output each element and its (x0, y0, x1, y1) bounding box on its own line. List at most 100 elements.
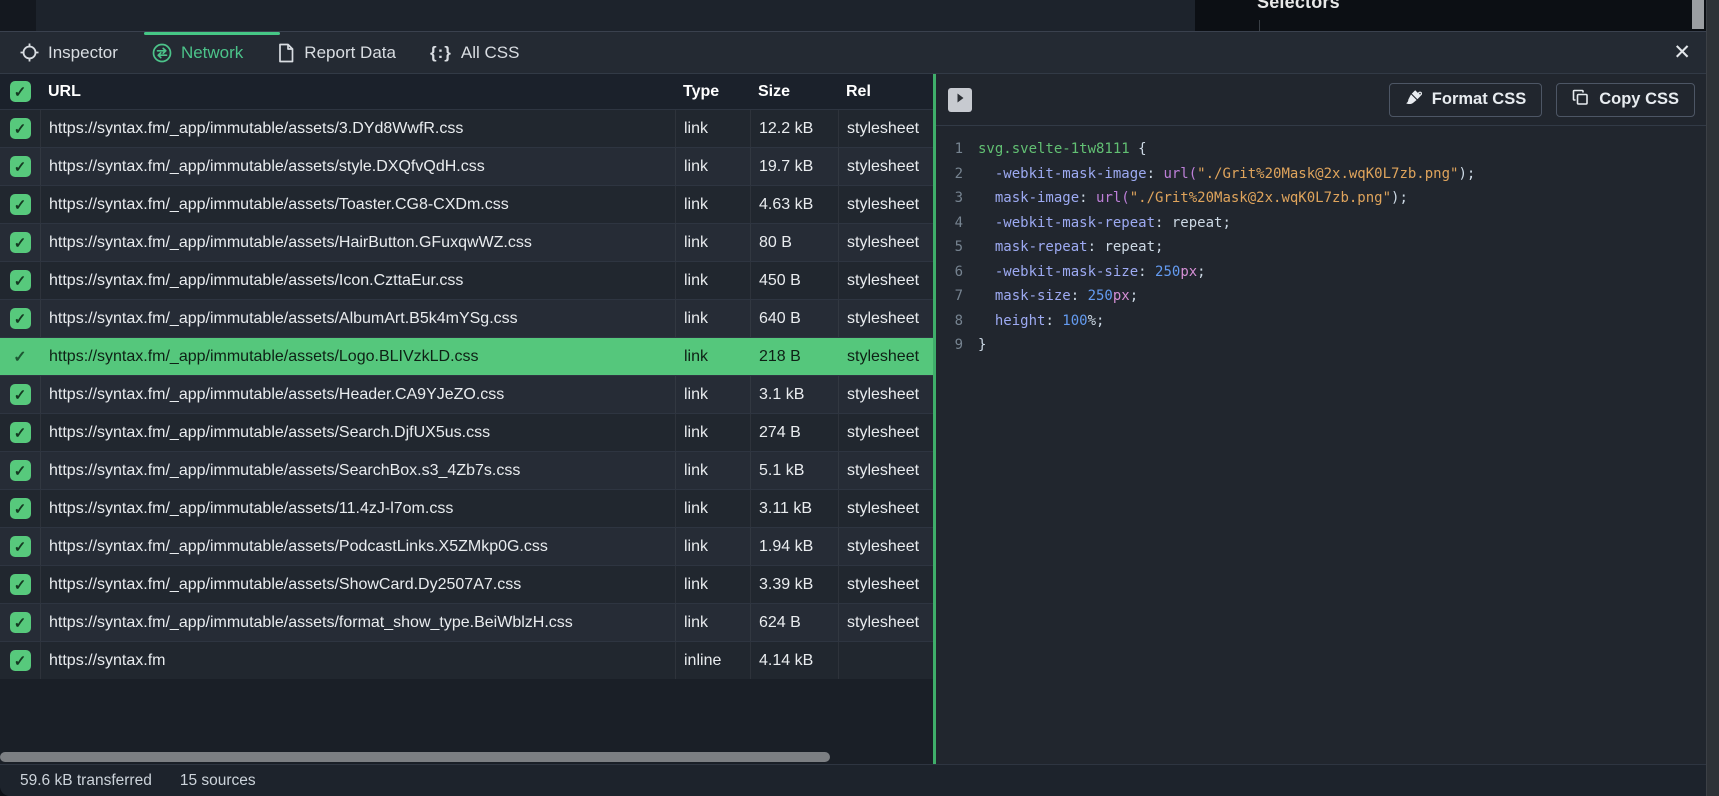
table-row[interactable]: ✓https://syntax.fm/_app/immutable/assets… (0, 147, 933, 185)
css-code-pane: Format CSS Copy CSS 1svg.svelte-1tw8111 … (936, 74, 1719, 764)
tab-network[interactable]: Network (152, 43, 243, 63)
tab-label: Report Data (304, 43, 396, 63)
line-number: 9 (950, 333, 963, 358)
tab-label: Inspector (48, 43, 118, 63)
type-cell: link (675, 224, 750, 261)
table-row[interactable]: ✓https://syntax.fm/_app/immutable/assets… (0, 185, 933, 223)
table-row[interactable]: ✓https://syntax.fm/_app/immutable/assets… (0, 109, 933, 147)
row-checkbox[interactable]: ✓ (0, 148, 40, 185)
horizontal-scrollbar-thumb[interactable] (0, 752, 830, 762)
rel-cell: stylesheet (838, 148, 933, 185)
copy-css-button[interactable]: Copy CSS (1556, 83, 1695, 117)
type-cell: link (675, 300, 750, 337)
sources-count: 15 sources (180, 772, 256, 790)
table-body: ✓https://syntax.fm/_app/immutable/assets… (0, 109, 933, 679)
type-cell: link (675, 452, 750, 489)
crosshair-icon (20, 43, 39, 62)
tab-label: All CSS (461, 43, 520, 63)
css-code-viewer[interactable]: 1svg.svelte-1tw8111 {2 -webkit-mask-imag… (936, 126, 1719, 764)
code-line: 2 -webkit-mask-image: url("./Grit%20Mask… (950, 162, 1719, 187)
size-cell: 274 B (750, 414, 838, 451)
size-cell: 1.94 kB (750, 528, 838, 565)
url-cell: https://syntax.fm/_app/immutable/assets/… (40, 376, 675, 413)
table-row[interactable]: ✓https://syntax.fm/_app/immutable/assets… (0, 527, 933, 565)
rel-cell: stylesheet (838, 490, 933, 527)
code-line: 5 mask-repeat: repeat; (950, 235, 1719, 260)
url-cell: https://syntax.fm/_app/immutable/assets/… (40, 338, 675, 375)
tab-all-css[interactable]: {:} All CSS (430, 43, 519, 63)
backdrop-divider (1259, 20, 1260, 31)
status-bar: 59.6 kB transferred 15 sources (0, 764, 1719, 796)
row-checkbox[interactable]: ✓ (0, 414, 40, 451)
rel-cell: stylesheet (838, 262, 933, 299)
css-devtools-panel: Inspector Network Report Data {:} (0, 31, 1719, 796)
page-vertical-scrollbar-thumb[interactable] (1692, 0, 1704, 29)
row-checkbox[interactable]: ✓ (0, 566, 40, 603)
row-checkbox[interactable]: ✓ (0, 528, 40, 565)
rel-cell: stylesheet (838, 338, 933, 375)
size-cell: 640 B (750, 300, 838, 337)
rel-cell: stylesheet (838, 376, 933, 413)
row-checkbox[interactable]: ✓ (0, 604, 40, 641)
table-row[interactable]: ✓https://syntax.fm/_app/immutable/assets… (0, 565, 933, 603)
url-cell: https://syntax.fm/_app/immutable/assets/… (40, 604, 675, 641)
row-checkbox[interactable]: ✓ (0, 338, 40, 375)
tab-report-data[interactable]: Report Data (277, 43, 396, 63)
table-row[interactable]: ✓https://syntax.fm/_app/immutable/assets… (0, 451, 933, 489)
row-checkbox[interactable]: ✓ (0, 110, 40, 147)
rel-cell: stylesheet (838, 566, 933, 603)
type-cell: link (675, 186, 750, 223)
table-row[interactable]: ✓https://syntax.fminline4.14 kB (0, 641, 933, 679)
tab-inspector[interactable]: Inspector (20, 43, 118, 63)
table-row[interactable]: ✓https://syntax.fm/_app/immutable/assets… (0, 223, 933, 261)
network-pane: ✓ URL Type Size Rel ✓https://syntax.fm/_… (0, 74, 936, 764)
type-cell: link (675, 566, 750, 603)
type-cell: link (675, 414, 750, 451)
brush-icon (1405, 89, 1422, 111)
close-icon[interactable]: ✕ (1673, 39, 1691, 67)
format-css-button[interactable]: Format CSS (1389, 83, 1542, 117)
table-row[interactable]: ✓https://syntax.fm/_app/immutable/assets… (0, 261, 933, 299)
copy-icon (1572, 89, 1589, 111)
url-cell: https://syntax.fm (40, 642, 675, 679)
row-checkbox[interactable]: ✓ (0, 452, 40, 489)
row-checkbox[interactable]: ✓ (0, 490, 40, 527)
table-row[interactable]: ✓https://syntax.fm/_app/immutable/assets… (0, 413, 933, 451)
row-checkbox[interactable]: ✓ (0, 262, 40, 299)
row-checkbox[interactable]: ✓ (0, 224, 40, 261)
line-number: 1 (950, 137, 963, 162)
size-cell: 4.14 kB (750, 642, 838, 679)
braces-icon: {:} (430, 43, 452, 63)
rel-cell: stylesheet (838, 300, 933, 337)
code-line: 4 -webkit-mask-repeat: repeat; (950, 211, 1719, 236)
type-cell: link (675, 338, 750, 375)
table-row[interactable]: ✓https://syntax.fm/_app/immutable/assets… (0, 299, 933, 337)
size-cell: 624 B (750, 604, 838, 641)
table-row[interactable]: ✓https://syntax.fm/_app/immutable/assets… (0, 603, 933, 641)
url-cell: https://syntax.fm/_app/immutable/assets/… (40, 224, 675, 261)
size-cell: 5.1 kB (750, 452, 838, 489)
vertical-scrollbar-track[interactable] (1706, 0, 1719, 796)
size-cell: 3.1 kB (750, 376, 838, 413)
table-empty-area (0, 679, 933, 750)
url-cell: https://syntax.fm/_app/immutable/assets/… (40, 528, 675, 565)
line-number: 6 (950, 260, 963, 285)
table-row[interactable]: ✓https://syntax.fm/_app/immutable/assets… (0, 489, 933, 527)
select-all-checkbox[interactable]: ✓ (0, 74, 40, 109)
rel-cell: stylesheet (838, 110, 933, 147)
row-checkbox[interactable]: ✓ (0, 642, 40, 679)
copy-css-label: Copy CSS (1599, 90, 1679, 109)
panel-body: ✓ URL Type Size Rel ✓https://syntax.fm/_… (0, 74, 1719, 764)
collapse-panel-button[interactable] (948, 88, 972, 112)
format-css-label: Format CSS (1432, 90, 1526, 109)
column-header-type: Type (675, 74, 750, 109)
row-checkbox[interactable]: ✓ (0, 300, 40, 337)
table-row[interactable]: ✓https://syntax.fm/_app/immutable/assets… (0, 375, 933, 413)
rel-cell: stylesheet (838, 528, 933, 565)
table-row[interactable]: ✓https://syntax.fm/_app/immutable/assets… (0, 337, 933, 375)
code-line: 8 height: 100%; (950, 309, 1719, 334)
row-checkbox[interactable]: ✓ (0, 376, 40, 413)
tab-bar: Inspector Network Report Data {:} (0, 32, 1719, 74)
tab-label: Network (181, 43, 243, 63)
row-checkbox[interactable]: ✓ (0, 186, 40, 223)
